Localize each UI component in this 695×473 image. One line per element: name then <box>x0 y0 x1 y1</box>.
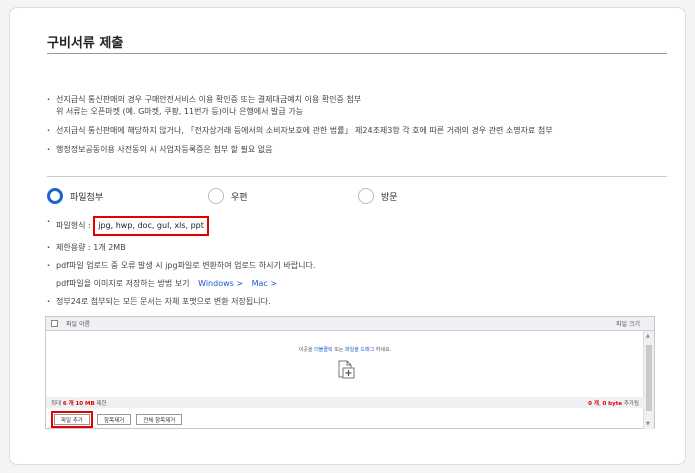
note-item: 행정정보공동이용 사전동의 시 사업자등록증은 첨부 할 필요 없음 <box>47 144 667 156</box>
radio-file-attach[interactable]: 파일첨부 <box>47 188 103 204</box>
uploader-buttons: 파일 추가 항목제거 전체 항목제거 <box>46 411 644 428</box>
pdf-howto-row: pdf파일을 이미지로 저장하는 방법 보기 Windows > Mac > <box>47 278 667 290</box>
radio-mail[interactable]: 우편 <box>208 188 248 204</box>
hint-text: 하세요. <box>374 346 392 353</box>
select-all-checkbox[interactable] <box>51 320 58 327</box>
scrollbar-thumb[interactable] <box>646 345 652 411</box>
size-limit-row: 제한용량 : 1개 2MB <box>47 242 667 254</box>
file-types-label: 파일형식 : <box>56 221 91 230</box>
added-size: 0 byte <box>602 400 623 407</box>
radio-label: 파일첨부 <box>70 192 104 203</box>
radio-visit[interactable]: 방문 <box>358 188 398 204</box>
add-file-highlight: 파일 추가 <box>51 411 93 428</box>
submission-method-radios: 파일첨부 우편 방문 <box>47 188 667 206</box>
file-format-info: 파일형식 : jpg, hwp, doc, gul, xls, ppt 제한용량… <box>47 216 667 314</box>
hint-highlight: 더블클릭 <box>314 346 333 353</box>
uploader-header: 파일 이름 파일 크기 <box>46 317 654 331</box>
title-divider <box>47 53 667 54</box>
radio-indicator[interactable] <box>208 188 224 204</box>
file-uploader: 파일 이름 파일 크기 이곳을 더블클릭 또는 파일을 드래그 하세요. ▲ ▼… <box>45 316 655 429</box>
windows-link[interactable]: Windows > <box>198 279 243 288</box>
radio-indicator[interactable] <box>47 188 63 204</box>
remove-item-button[interactable]: 항목제거 <box>97 414 132 425</box>
column-header-file-name: 파일 이름 <box>66 321 90 328</box>
limit-size: 10 MB <box>75 400 95 407</box>
note-item: 선지급식 통신판매에 해당하지 않거나, 「전자상거래 등에서의 소비자보호에 … <box>47 125 667 137</box>
drop-zone-hint: 이곳을 더블클릭 또는 파일을 드래그 하세요. <box>299 346 391 353</box>
add-file-icon <box>338 360 355 378</box>
pdf-note-text: pdf파일 업로드 중 오류 발생 시 jpg파일로 변환하여 업로드 하시기 … <box>56 261 316 270</box>
file-list-scrollbar[interactable]: ▲ ▼ <box>643 331 654 429</box>
radio-indicator[interactable] <box>358 188 374 204</box>
limit-suffix: 제한 <box>96 400 107 407</box>
scroll-up-arrow-icon[interactable]: ▲ <box>646 333 650 339</box>
gov24-note-row: 정부24로 첨부되는 모든 문서는 자체 포맷으로 변환 저장됩니다. <box>47 296 667 308</box>
limit-label: 최대 <box>51 400 62 407</box>
hint-text: 이곳을 <box>298 346 315 353</box>
file-types-value: jpg, hwp, doc, gul, xls, ppt <box>93 216 209 236</box>
note-text: 행정정보공동이용 사전동의 시 사업자등록증은 첨부 할 필요 없음 <box>56 145 273 154</box>
file-drop-zone[interactable]: 이곳을 더블클릭 또는 파일을 드래그 하세요. <box>46 331 644 393</box>
note-item: 선지급식 통신판매의 경우 구매안전서비스 이용 확인증 또는 결제대금예치 이… <box>47 94 667 118</box>
gov24-note-text: 정부24로 첨부되는 모든 문서는 자체 포맷으로 변환 저장됩니다. <box>56 297 271 306</box>
scroll-down-arrow-icon[interactable]: ▼ <box>646 421 650 427</box>
remove-all-button[interactable]: 전체 항목제거 <box>136 414 183 425</box>
added-files-text: 0 개, 0 byte 추가됨 <box>588 400 639 407</box>
note-text: 선지급식 통신판매의 경우 구매안전서비스 이용 확인증 또는 결제대금예치 이… <box>56 95 362 104</box>
size-limit-text: 제한용량 : 1개 2MB <box>56 243 126 252</box>
pdf-howto-text: pdf파일을 이미지로 저장하는 방법 보기 <box>56 279 190 288</box>
hint-text: 또는 <box>332 346 345 353</box>
radio-label: 방문 <box>381 192 398 203</box>
upload-status-bar: 최대 6 개 10 MB 제한 0 개, 0 byte 추가됨 <box>46 397 644 408</box>
submission-notes: 선지급식 통신판매의 경우 구매안전서비스 이용 확인증 또는 결제대금예치 이… <box>47 94 667 163</box>
pdf-note-row: pdf파일 업로드 중 오류 발생 시 jpg파일로 변환하여 업로드 하시기 … <box>47 260 667 272</box>
note-text: 위 서류는 오픈마켓 (예. G마켓, 쿠팡, 11번가 등)이나 은행에서 발… <box>56 107 304 116</box>
mac-link[interactable]: Mac > <box>252 279 277 288</box>
section-title: 구비서류 제출 <box>47 36 124 51</box>
radio-label: 우편 <box>231 192 248 203</box>
added-count: 0 개 <box>588 400 599 407</box>
added-suffix: 추가됨 <box>623 400 639 407</box>
file-types-row: 파일형식 : jpg, hwp, doc, gul, xls, ppt <box>47 216 667 236</box>
note-text: 선지급식 통신판매에 해당하지 않거나, 「전자상거래 등에서의 소비자보호에 … <box>56 126 553 135</box>
column-header-file-size: 파일 크기 <box>616 321 640 328</box>
upload-limit-text: 최대 6 개 10 MB 제한 <box>51 399 107 407</box>
limit-count: 6 개 <box>62 400 74 407</box>
add-file-button[interactable]: 파일 추가 <box>54 414 90 425</box>
section-divider <box>47 176 667 177</box>
hint-highlight: 파일을 드래그 <box>345 346 375 353</box>
